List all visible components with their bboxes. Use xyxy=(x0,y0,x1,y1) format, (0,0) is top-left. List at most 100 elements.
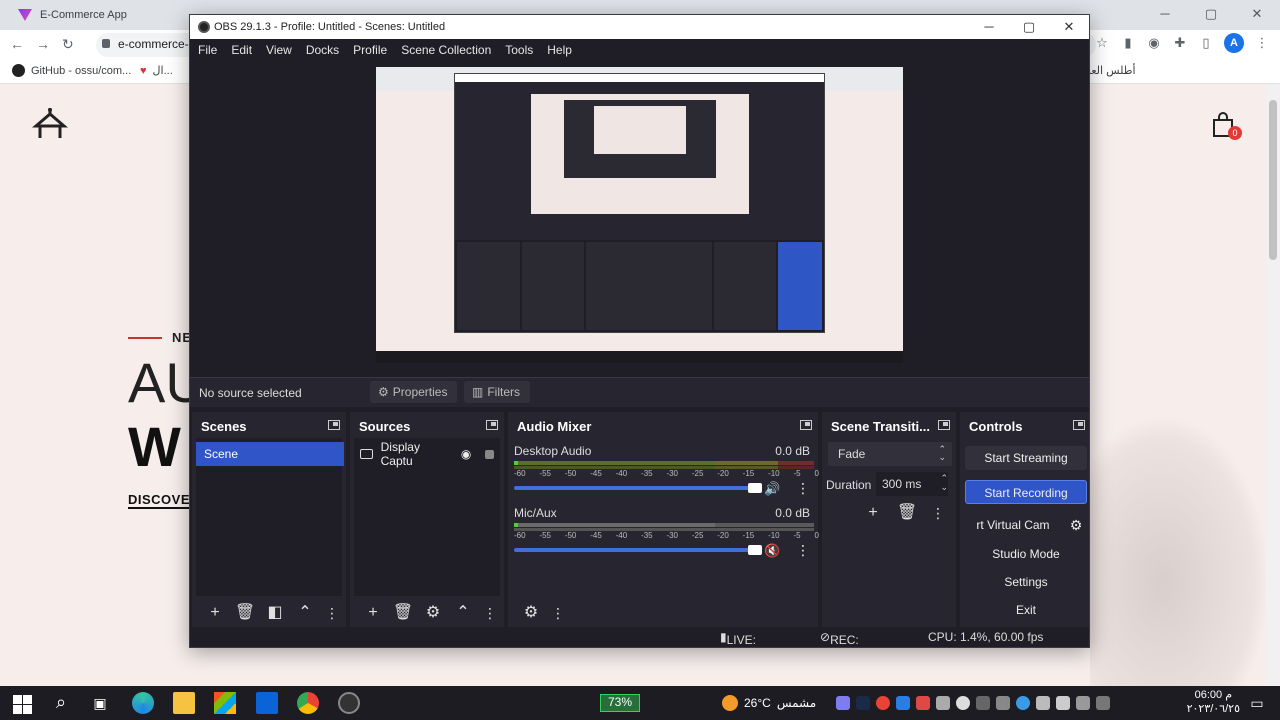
volume-slider[interactable] xyxy=(514,545,762,555)
menu-edit[interactable]: Edit xyxy=(229,39,260,61)
battery-indicator[interactable]: 73% xyxy=(600,694,640,712)
windows-start-icon[interactable] xyxy=(11,692,33,714)
store-icon[interactable] xyxy=(214,692,236,714)
chrome-icon[interactable] xyxy=(297,692,319,714)
volume-slider-handle[interactable] xyxy=(748,545,762,555)
volume-slider[interactable] xyxy=(514,483,762,493)
tray-keyboard-icon[interactable] xyxy=(976,696,990,710)
virtual-cam-button[interactable]: rt Virtual Cam xyxy=(965,513,1061,537)
tray-network-icon[interactable] xyxy=(1016,696,1030,710)
transition-more-icon[interactable]: ⋮ xyxy=(926,501,950,525)
bookmark-github[interactable]: GitHub - ossu/com... xyxy=(12,64,131,77)
browser-minimize-icon[interactable]: ─ xyxy=(1142,0,1188,30)
profile-avatar[interactable]: A xyxy=(1224,33,1244,53)
bookmark-arabic[interactable]: ♥ ال... xyxy=(140,64,173,78)
cart-button[interactable]: 0 xyxy=(1210,112,1242,140)
remove-transition-button[interactable]: 🗑 xyxy=(892,501,922,525)
obs-close-icon[interactable]: ✕ xyxy=(1049,15,1089,39)
edge-icon[interactable] xyxy=(132,692,154,714)
settings-button[interactable]: Settings xyxy=(965,570,1087,594)
volume-slider-handle[interactable] xyxy=(748,483,762,493)
filters-button[interactable]: ▥ Filters xyxy=(464,381,531,403)
channel-more-icon[interactable]: ⋮ xyxy=(796,542,810,559)
hanger-logo-icon[interactable] xyxy=(32,106,68,140)
exit-button[interactable]: Exit xyxy=(965,598,1087,622)
start-recording-button[interactable]: Start Recording xyxy=(965,480,1087,504)
notifications-icon[interactable]: ▭ xyxy=(1246,692,1268,714)
channel-more-icon[interactable]: ⋮ xyxy=(796,480,810,497)
lock-icon[interactable] xyxy=(485,449,494,459)
mixer-more-icon[interactable]: ⋮ xyxy=(546,601,570,625)
source-settings-icon[interactable]: ⚙ xyxy=(418,601,448,625)
bookmark-right[interactable]: أطلس العا xyxy=(1088,64,1136,77)
tray-volume-icon[interactable] xyxy=(1056,696,1070,710)
undock-icon[interactable] xyxy=(800,420,812,430)
undock-icon[interactable] xyxy=(1073,420,1085,430)
browser-menu-icon[interactable]: ⋮ xyxy=(1254,35,1270,51)
task-view-icon[interactable]: ▣ xyxy=(89,692,111,714)
browser-close-icon[interactable]: ✕ xyxy=(1234,0,1280,30)
eye-icon[interactable]: ◉ xyxy=(461,447,471,461)
tray-google-icon[interactable] xyxy=(956,696,970,710)
menu-file[interactable]: File xyxy=(196,39,225,61)
speaker-icon[interactable]: 🔊 xyxy=(764,481,780,496)
speaker-muted-icon[interactable]: 🔇 xyxy=(764,543,780,558)
transition-select[interactable]: Fade ⌃ ⌄ xyxy=(828,442,952,466)
undock-icon[interactable] xyxy=(328,420,340,430)
obs-taskbar-icon[interactable] xyxy=(338,692,360,714)
reload-icon[interactable]: ↻ xyxy=(62,36,74,53)
obs-minimize-icon[interactable]: ─ xyxy=(969,15,1009,39)
properties-button[interactable]: ⚙ Properties xyxy=(370,381,458,403)
menu-docks[interactable]: Docks xyxy=(304,39,347,61)
forward-icon[interactable]: → xyxy=(36,36,50,53)
scene-more-icon[interactable]: ⋮ xyxy=(320,601,344,625)
weather-widget[interactable]: 26°C مشمس xyxy=(722,695,816,711)
tray-wifi-icon[interactable] xyxy=(1036,696,1050,710)
move-up-icon[interactable]: ⌃ xyxy=(290,601,320,625)
scenes-list[interactable]: Scene xyxy=(196,438,344,596)
tray-monitor-icon[interactable] xyxy=(936,696,950,710)
tray-chrome-icon[interactable] xyxy=(876,696,890,710)
tray-display-icon[interactable] xyxy=(996,696,1010,710)
puzzle-icon[interactable]: ✚ xyxy=(1172,35,1188,51)
sidepanel-icon[interactable]: ▯ xyxy=(1198,35,1214,51)
extension-icon[interactable]: ▮ xyxy=(1120,35,1136,51)
undock-icon[interactable] xyxy=(938,420,950,430)
tray-mic-icon[interactable] xyxy=(916,696,930,710)
menu-help[interactable]: Help xyxy=(545,39,580,61)
source-up-icon[interactable]: ⌃ xyxy=(448,601,478,625)
mail-icon[interactable] xyxy=(256,692,278,714)
menu-view[interactable]: View xyxy=(264,39,300,61)
page-scrollbar[interactable] xyxy=(1266,84,1280,686)
source-more-icon[interactable]: ⋮ xyxy=(478,601,502,625)
advanced-audio-icon[interactable]: ⚙ xyxy=(516,601,546,625)
preview-area[interactable] xyxy=(190,61,1089,379)
studio-mode-button[interactable]: Studio Mode xyxy=(965,542,1087,566)
obs-titlebar[interactable]: OBS 29.1.3 - Profile: Untitled - Scenes:… xyxy=(190,15,1089,39)
remove-scene-button[interactable]: 🗑 xyxy=(230,601,260,625)
spin-icon[interactable]: ⌃ ⌄ xyxy=(940,474,948,492)
source-item[interactable]: Display Captu ◉ xyxy=(360,440,494,468)
taskbar-clock[interactable]: 06:00 م ٢٠٢٣/٠٦/٢٥ xyxy=(1187,688,1240,716)
tray-steam-icon[interactable] xyxy=(856,696,870,710)
start-streaming-button[interactable]: Start Streaming xyxy=(965,446,1087,470)
preview-canvas[interactable] xyxy=(376,67,903,363)
tray-app-icon[interactable] xyxy=(896,696,910,710)
add-transition-button[interactable]: + xyxy=(858,501,888,525)
add-scene-button[interactable]: + xyxy=(200,601,230,625)
star-icon[interactable]: ☆ xyxy=(1094,35,1110,51)
obs-maximize-icon[interactable]: ▢ xyxy=(1009,15,1049,39)
tray-battery-icon[interactable] xyxy=(1076,696,1090,710)
tray-discord-icon[interactable] xyxy=(836,696,850,710)
scene-item[interactable]: Scene xyxy=(196,442,344,466)
file-explorer-icon[interactable] xyxy=(173,692,195,714)
undock-icon[interactable] xyxy=(486,420,498,430)
scene-filters-icon[interactable]: ◧ xyxy=(260,601,290,625)
scrollbar-thumb[interactable] xyxy=(1269,100,1277,260)
duration-input[interactable]: 300 ms ⌃ ⌄ xyxy=(876,472,948,496)
camera-icon[interactable]: ◉ xyxy=(1146,35,1162,51)
sources-list[interactable]: Display Captu ◉ xyxy=(354,438,500,596)
add-source-button[interactable]: + xyxy=(358,601,388,625)
menu-scene-collection[interactable]: Scene Collection xyxy=(399,39,499,61)
remove-source-button[interactable]: 🗑 xyxy=(388,601,418,625)
